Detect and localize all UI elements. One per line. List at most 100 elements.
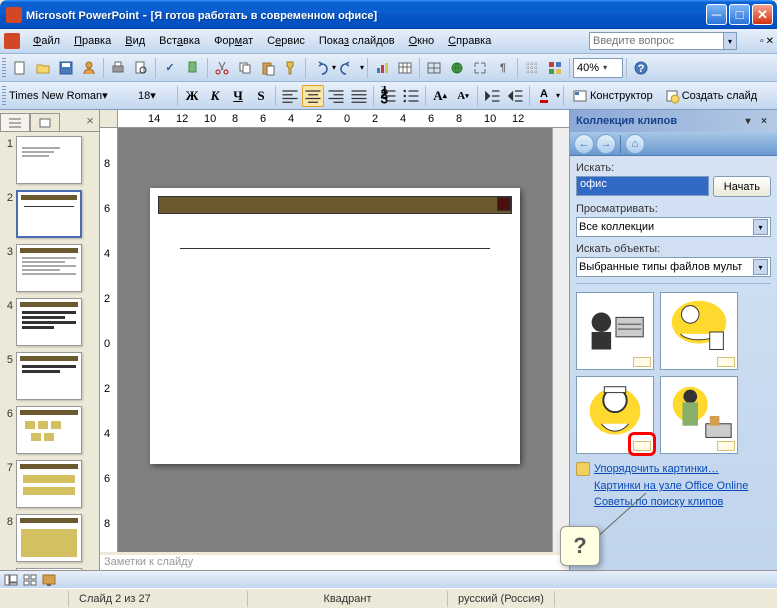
close-button[interactable]: ✕ — [752, 4, 773, 25]
align-center-button[interactable] — [302, 85, 324, 107]
paste-button[interactable] — [257, 57, 279, 79]
decrease-indent-button[interactable] — [481, 85, 503, 107]
thumb-row[interactable]: 2 — [4, 190, 95, 238]
thumbnail[interactable] — [16, 406, 82, 454]
clipart-item[interactable] — [576, 292, 654, 370]
format-painter-button[interactable] — [280, 57, 302, 79]
redo-button[interactable] — [337, 57, 359, 79]
outline-tab[interactable] — [0, 113, 30, 131]
thumb-row[interactable]: 8 — [4, 514, 95, 562]
help-callout[interactable]: ? — [560, 526, 600, 566]
thumbnail[interactable] — [16, 190, 82, 238]
save-button[interactable] — [55, 57, 77, 79]
align-left-button[interactable] — [279, 85, 301, 107]
new-slide-button[interactable]: Создать слайд — [659, 85, 762, 107]
clipart-item[interactable] — [660, 292, 738, 370]
minimize-button[interactable]: ─ — [706, 4, 727, 25]
mdi-restore-button[interactable]: ▫ — [760, 36, 764, 47]
help-search-input[interactable] — [589, 32, 724, 50]
menu-tools[interactable]: Сервис — [260, 32, 312, 50]
bullets-button[interactable] — [400, 85, 422, 107]
fontsize-dropdown[interactable]: 18▾ — [138, 89, 174, 102]
thumb-row[interactable]: 6 — [4, 406, 95, 454]
thumbnail[interactable] — [16, 514, 82, 562]
menu-edit[interactable]: Правка — [67, 32, 118, 50]
search-input[interactable]: офис — [576, 176, 709, 196]
search-go-button[interactable]: Начать — [713, 176, 771, 197]
thumbnail[interactable] — [16, 244, 82, 292]
organize-link[interactable]: Упорядочить картинки… — [576, 462, 771, 476]
online-link[interactable]: Картинки на узле Office Online — [576, 480, 771, 492]
redo-dropdown[interactable]: ▾ — [360, 63, 364, 72]
vertical-scrollbar[interactable] — [552, 128, 569, 552]
clipart-item[interactable] — [660, 376, 738, 454]
browse-select[interactable]: Все коллекции▾ — [576, 217, 771, 237]
font-color-button[interactable]: A — [533, 85, 555, 107]
hyperlink-button[interactable] — [446, 57, 468, 79]
expand-button[interactable] — [469, 57, 491, 79]
thumbnails-list[interactable]: 1 2 3 4 5 6 7 8 9 — [0, 132, 99, 570]
nav-home-button[interactable]: ⌂ — [625, 134, 645, 154]
toolbar-grip[interactable] — [2, 58, 6, 78]
underline-button[interactable]: Ч — [227, 85, 249, 107]
thumbnail[interactable] — [16, 298, 82, 346]
thumbnail[interactable] — [16, 352, 82, 400]
thumb-row[interactable]: 9 — [4, 568, 95, 570]
thumb-row[interactable]: 5 — [4, 352, 95, 400]
tips-link[interactable]: Советы по поиску клипов — [576, 496, 771, 508]
thumbnail[interactable] — [16, 568, 82, 570]
designer-button[interactable]: Конструктор — [567, 85, 658, 107]
research-button[interactable] — [182, 57, 204, 79]
numbering-button[interactable]: 123 — [377, 85, 399, 107]
clipart-item[interactable] — [576, 376, 654, 454]
menu-window[interactable]: Окно — [402, 32, 442, 50]
tables-borders-button[interactable] — [423, 57, 445, 79]
slideshow-view-button[interactable] — [40, 572, 58, 588]
italic-button[interactable]: К — [204, 85, 226, 107]
increase-font-button[interactable]: A▴ — [429, 85, 451, 107]
nav-fwd-button[interactable]: → — [596, 134, 616, 154]
open-button[interactable] — [32, 57, 54, 79]
bold-button[interactable]: Ж — [181, 85, 203, 107]
help-search-dropdown[interactable]: ▾ — [724, 32, 737, 50]
mdi-close-button[interactable]: ✕ — [766, 36, 774, 47]
undo-button[interactable] — [309, 57, 331, 79]
show-formatting-button[interactable]: ¶ — [492, 57, 514, 79]
align-right-button[interactable] — [325, 85, 347, 107]
thumb-row[interactable]: 3 — [4, 244, 95, 292]
color-button[interactable] — [544, 57, 566, 79]
shadow-button[interactable]: S — [250, 85, 272, 107]
permission-button[interactable] — [78, 57, 100, 79]
thumb-row[interactable]: 4 — [4, 298, 95, 346]
taskpane-menu-button[interactable]: ▾ — [741, 114, 755, 128]
menu-file[interactable]: Файл — [26, 32, 67, 50]
thumbnail[interactable] — [16, 460, 82, 508]
font-color-dropdown[interactable]: ▾ — [556, 91, 560, 100]
sorter-view-button[interactable] — [21, 572, 39, 588]
increase-indent-button[interactable] — [504, 85, 526, 107]
notes-pane[interactable]: Заметки к слайду — [100, 552, 569, 570]
slides-tab[interactable] — [30, 113, 60, 131]
table-button[interactable] — [394, 57, 416, 79]
print-button[interactable] — [107, 57, 129, 79]
menu-view[interactable]: Вид — [118, 32, 152, 50]
copy-button[interactable] — [234, 57, 256, 79]
maximize-button[interactable]: □ — [729, 4, 750, 25]
close-pane-button[interactable]: × — [81, 110, 99, 131]
objects-select[interactable]: Выбранные типы файлов мульт▾ — [576, 257, 771, 277]
menu-format[interactable]: Формат — [207, 32, 260, 50]
help-button[interactable]: ? — [630, 57, 652, 79]
decrease-font-button[interactable]: A▾ — [452, 85, 474, 107]
menu-slideshow[interactable]: Показ слайдов — [312, 32, 402, 50]
preview-button[interactable] — [130, 57, 152, 79]
cut-button[interactable] — [211, 57, 233, 79]
grid-button[interactable] — [521, 57, 543, 79]
new-button[interactable] — [9, 57, 31, 79]
nav-back-button[interactable]: ← — [574, 134, 594, 154]
menu-insert[interactable]: Вставка — [152, 32, 207, 50]
thumb-row[interactable]: 7 — [4, 460, 95, 508]
menu-help[interactable]: Справка — [441, 32, 498, 50]
chart-button[interactable] — [371, 57, 393, 79]
normal-view-button[interactable] — [2, 572, 20, 588]
thumbnail[interactable] — [16, 136, 82, 184]
